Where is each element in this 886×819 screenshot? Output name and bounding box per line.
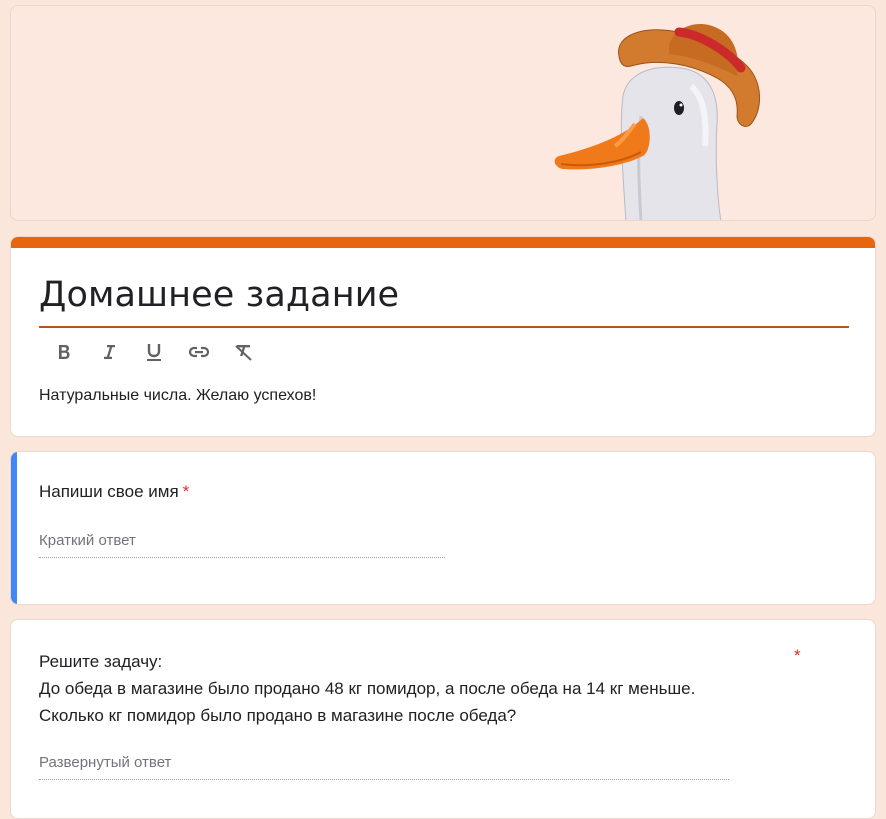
question-line: Решите задачу:: [39, 652, 163, 671]
clear-format-icon: [234, 345, 252, 361]
required-star: *: [794, 646, 801, 665]
theme-accent-strip: [11, 237, 875, 248]
long-answer-field[interactable]: Развернутый ответ: [39, 754, 729, 780]
italic-icon: [103, 345, 115, 359]
title-underline: [39, 326, 849, 328]
form-description[interactable]: Натуральные числа. Желаю успехов!: [39, 387, 316, 405]
underline-button[interactable]: [131, 337, 176, 367]
link-button[interactable]: [176, 337, 221, 367]
short-answer-field[interactable]: Краткий ответ: [39, 532, 445, 558]
bold-button[interactable]: [41, 337, 86, 367]
bold-icon: [58, 345, 70, 359]
goose-illustration: [554, 24, 761, 220]
form-title[interactable]: Домашнее задание: [39, 275, 399, 315]
formatting-toolbar: [41, 337, 266, 367]
required-star: *: [182, 482, 190, 501]
question-card-task[interactable]: Решите задачу: До обеда в магазине было …: [10, 619, 876, 819]
header-banner: [10, 5, 876, 221]
active-card-indicator: [11, 452, 17, 604]
question-title: Напиши свое имя *: [39, 482, 189, 502]
question-title: Решите задачу: До обеда в магазине было …: [39, 648, 695, 729]
question-card-name[interactable]: Напиши свое имя * Краткий ответ: [10, 451, 876, 605]
italic-button[interactable]: [86, 337, 131, 367]
question-line: До обеда в магазине было продано 48 кг п…: [39, 679, 696, 698]
form-title-card: Домашнее задание Натуральные числа. Жела…: [10, 236, 876, 437]
question-label: Напиши свое имя: [39, 482, 179, 501]
underline-icon: [146, 344, 161, 361]
clear-formatting-button[interactable]: [221, 337, 266, 367]
link-icon: [188, 346, 209, 358]
question-line: Сколько кг помидор было продано в магази…: [39, 706, 517, 725]
